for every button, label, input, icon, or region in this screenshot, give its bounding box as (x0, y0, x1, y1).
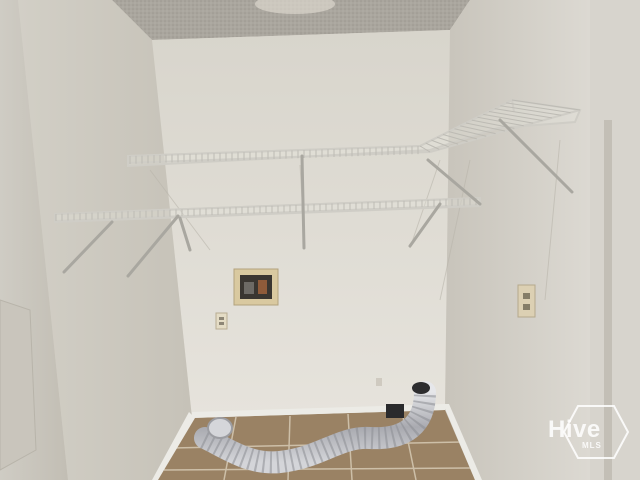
wall-outlet-back (215, 312, 228, 330)
laundry-room-photo: Hive MLS (0, 0, 640, 480)
wall-plug-small (376, 378, 382, 386)
washer-outlet-box (233, 268, 279, 306)
watermark-brand: Hive (548, 416, 601, 443)
room-illustration (0, 0, 640, 480)
watermark-suffix: MLS (582, 441, 602, 450)
back-wall (152, 30, 450, 418)
wall-outlet-right (517, 284, 536, 318)
door-left-panel (0, 299, 37, 471)
hive-mls-watermark: Hive MLS (548, 404, 630, 460)
